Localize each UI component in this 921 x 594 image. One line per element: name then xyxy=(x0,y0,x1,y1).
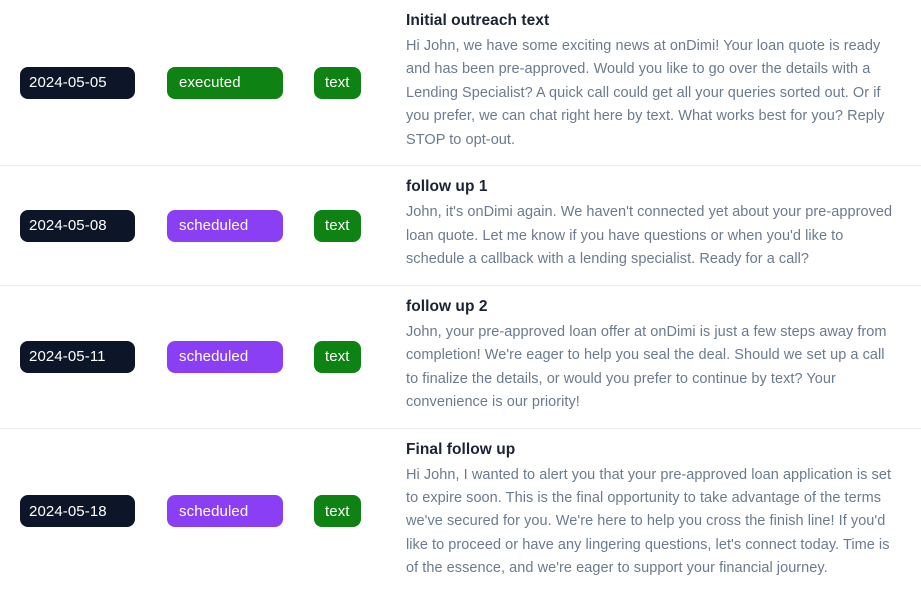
date-badge[interactable]: 2024-05-18 xyxy=(20,495,135,528)
table-row[interactable]: 2024-05-08 scheduled text follow up 1 Jo… xyxy=(0,165,921,284)
channel-badge[interactable]: text xyxy=(314,209,361,242)
cell-date: 2024-05-11 xyxy=(20,340,167,373)
message-content: follow up 1 John, it's onDimi again. We … xyxy=(406,166,905,284)
cell-status: scheduled xyxy=(167,340,314,373)
cell-status: scheduled xyxy=(167,495,314,528)
cell-channel: text xyxy=(314,209,406,242)
cell-channel: text xyxy=(314,495,406,528)
message-content: follow up 2 John, your pre-approved loan… xyxy=(406,286,905,428)
cell-date: 2024-05-18 xyxy=(20,495,167,528)
cell-channel: text xyxy=(314,340,406,373)
status-badge[interactable]: executed xyxy=(167,66,283,99)
table-row[interactable]: 2024-05-18 scheduled text Final follow u… xyxy=(0,427,921,594)
message-body: John, your pre-approved loan offer at on… xyxy=(406,323,887,411)
cell-date: 2024-05-05 xyxy=(20,66,167,99)
row-meta-cells: 2024-05-11 scheduled text xyxy=(20,286,406,428)
cell-channel: text xyxy=(314,66,406,99)
message-schedule-list: 2024-05-05 executed text Initial outreac… xyxy=(0,0,921,594)
cell-status: scheduled xyxy=(167,209,314,242)
message-content: Final follow up Hi John, I wanted to ale… xyxy=(406,429,905,594)
channel-badge[interactable]: text xyxy=(314,495,361,528)
channel-badge[interactable]: text xyxy=(314,340,361,373)
date-badge[interactable]: 2024-05-11 xyxy=(20,340,135,373)
row-meta-cells: 2024-05-08 scheduled text xyxy=(20,166,406,284)
row-meta-cells: 2024-05-18 scheduled text xyxy=(20,429,406,594)
status-badge[interactable]: scheduled xyxy=(167,209,283,242)
date-badge[interactable]: 2024-05-05 xyxy=(20,66,135,99)
message-body: Hi John, I wanted to alert you that your… xyxy=(406,466,892,577)
status-badge[interactable]: scheduled xyxy=(167,340,283,373)
row-meta-cells: 2024-05-05 executed text xyxy=(20,0,406,165)
cell-status: executed xyxy=(167,66,314,99)
message-body: John, it's onDimi again. We haven't conn… xyxy=(406,204,893,268)
channel-badge[interactable]: text xyxy=(314,66,361,99)
message-title: Initial outreach text xyxy=(406,12,550,29)
message-title: Final follow up xyxy=(406,440,516,458)
date-badge[interactable]: 2024-05-08 xyxy=(20,209,135,242)
message-body: Hi John, we have some exciting news at o… xyxy=(406,37,885,148)
cell-date: 2024-05-08 xyxy=(20,209,167,242)
status-badge[interactable]: scheduled xyxy=(167,495,283,528)
message-title: follow up 2 xyxy=(406,297,488,315)
message-title: follow up 1 xyxy=(406,178,488,196)
table-row[interactable]: 2024-05-11 scheduled text follow up 2 Jo… xyxy=(0,284,921,428)
table-row[interactable]: 2024-05-05 executed text Initial outreac… xyxy=(0,0,921,165)
message-content: Initial outreach text Hi John, we have s… xyxy=(406,0,905,165)
